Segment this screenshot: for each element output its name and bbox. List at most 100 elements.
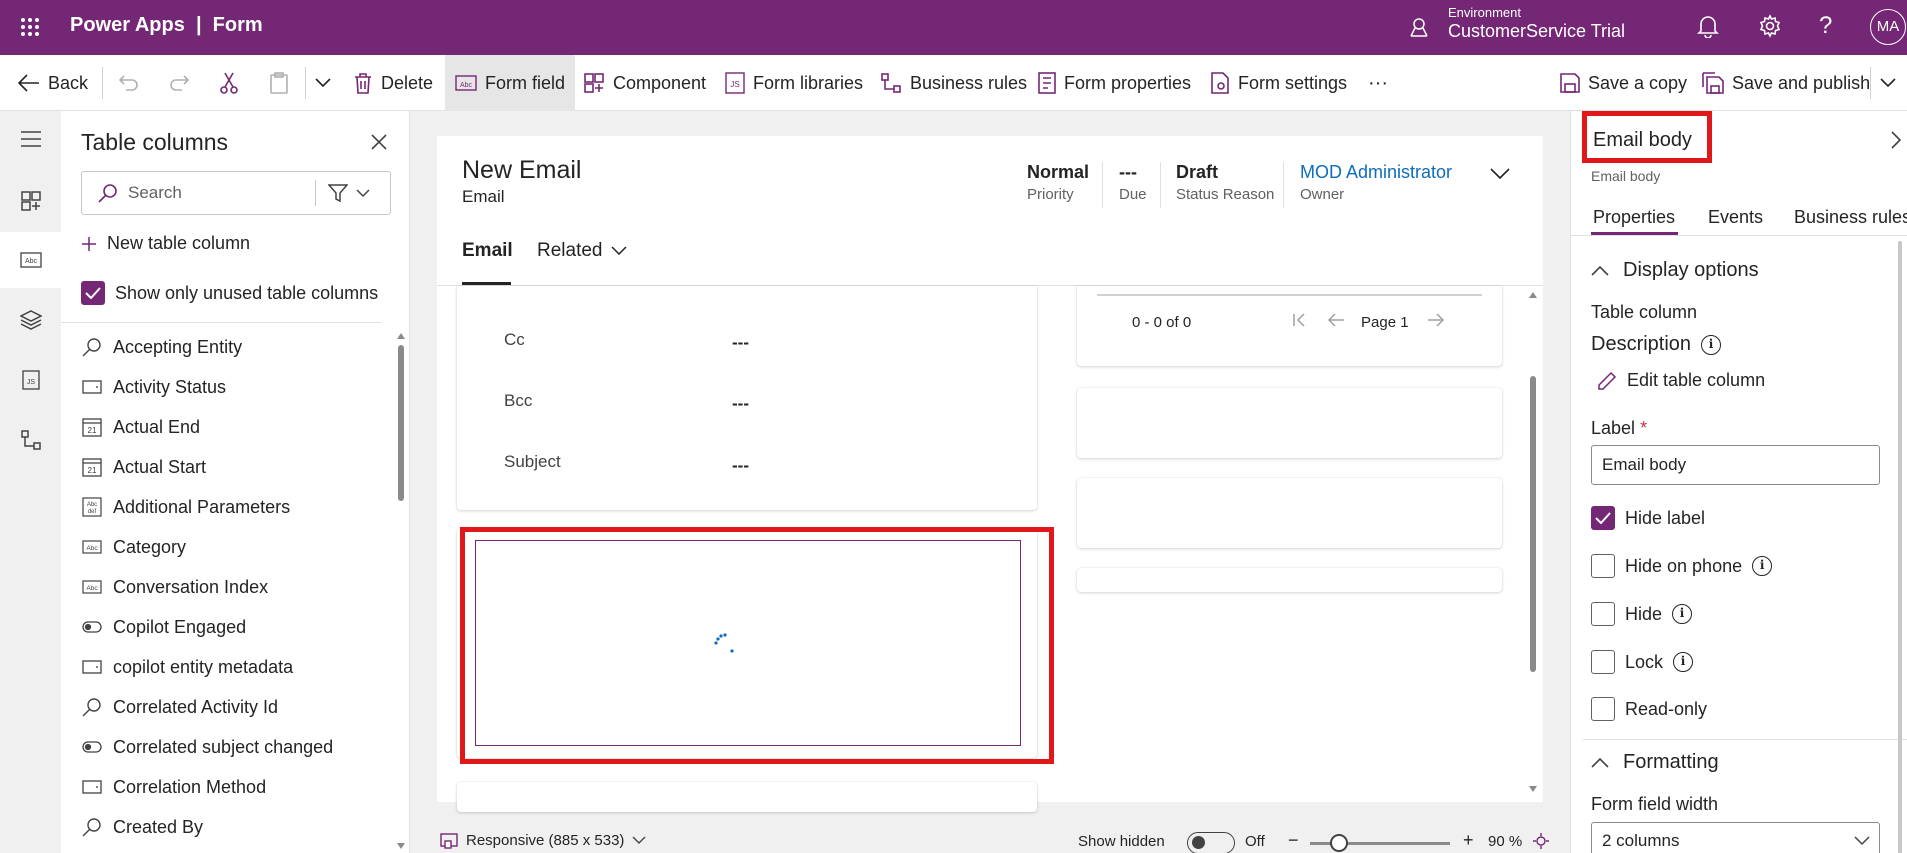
hide-on-phone-checkbox[interactable] [1591,554,1615,578]
settings-gear-icon[interactable] [1758,14,1782,38]
component-button[interactable]: Component [583,55,706,111]
new-table-column-button[interactable]: New table column [81,233,250,254]
responsive-size-picker[interactable]: Responsive (885 x 533) [440,832,646,849]
cut-button[interactable] [218,55,240,111]
tab-events[interactable]: Events [1708,207,1763,228]
save-publish-button[interactable]: Save and publish [1702,55,1870,111]
column-list-item[interactable]: Correlated subject changed [81,727,381,767]
app-launcher-icon[interactable] [20,17,40,37]
column-list-item[interactable]: copilot entity metadata [81,647,381,687]
hamburger-menu-button[interactable] [0,111,61,167]
rail-business-rules[interactable] [0,412,61,468]
read-only-row[interactable]: Read-only [1591,697,1707,721]
fit-to-width-button[interactable] [1532,832,1550,850]
header-field-owner[interactable]: MOD Administrator Owner [1300,162,1452,203]
svg-text:JS: JS [730,80,739,89]
expand-header-button[interactable] [1490,168,1510,180]
form-field-button[interactable]: Abc Form field [445,55,576,111]
tab-properties[interactable]: Properties [1593,207,1675,228]
business-rules-button[interactable]: Business rules [880,55,1027,111]
info-icon[interactable]: i [1701,334,1722,355]
back-button[interactable]: Back [18,55,88,111]
column-list-item[interactable]: Abc Category [81,527,381,567]
user-avatar[interactable]: MA [1870,9,1906,45]
right-section-card [1077,568,1502,592]
filter-button[interactable] [328,183,370,203]
lock-checkbox[interactable] [1591,650,1615,674]
show-unused-checkbox-row[interactable]: Show only unused table columns [81,281,378,305]
zoom-slider-thumb[interactable] [1330,834,1348,852]
rail-tree-view[interactable] [0,292,61,348]
next-page-button[interactable] [1427,312,1445,328]
display-options-header[interactable]: Display options [1591,259,1759,282]
close-panel-button[interactable] [370,133,388,151]
help-icon[interactable]: ? [1819,12,1832,40]
field-value-subject[interactable]: --- [732,456,749,476]
properties-scrollbar[interactable] [1898,241,1902,853]
form-settings-button[interactable]: Form settings [1210,55,1347,111]
form-properties-button[interactable]: Form properties [1038,55,1191,111]
hide-row[interactable]: Hide i [1591,602,1693,626]
show-unused-checkbox[interactable] [81,281,105,305]
field-value-bcc[interactable]: --- [732,394,749,414]
info-icon[interactable]: i [1672,604,1693,624]
form-libraries-button[interactable]: JS Form libraries [725,55,863,111]
column-list-item[interactable]: Created By [81,807,381,847]
info-icon[interactable]: i [1673,652,1694,672]
column-list-item[interactable]: 21 Actual End [81,407,381,447]
canvas-scrollbar[interactable] [1527,288,1539,796]
rail-components[interactable] [0,173,61,229]
delete-button[interactable]: Delete [353,55,433,111]
more-actions-chevron[interactable] [315,55,331,111]
hide-on-phone-row[interactable]: Hide on phone i [1591,554,1773,578]
hide-label-row[interactable]: Hide label [1591,506,1705,530]
prev-page-button[interactable] [1327,312,1345,328]
zoom-out-button[interactable]: − [1288,830,1299,851]
lock-row[interactable]: Lock i [1591,650,1694,674]
form-field-width-select[interactable]: 2 columns [1591,822,1880,853]
save-copy-button[interactable]: Save a copy [1560,55,1687,111]
formatting-header[interactable]: Formatting [1591,751,1719,774]
undo-button[interactable] [118,55,140,111]
field-value-cc[interactable]: --- [732,333,749,353]
first-page-button[interactable] [1292,312,1308,328]
header-field-priority[interactable]: Normal Priority [1027,162,1089,203]
column-list-item[interactable]: 21 Actual Start [81,447,381,487]
environment-picker[interactable]: Environment CustomerService Trial [1448,5,1625,42]
show-hidden-toggle[interactable] [1187,832,1235,853]
hide-checkbox[interactable] [1591,602,1615,626]
column-list-item[interactable]: Abc Conversation Index [81,567,381,607]
column-list-item[interactable]: Correlated Activity Id [81,687,381,727]
column-list-scrollbar[interactable] [395,329,407,853]
label-input[interactable]: Email body [1591,445,1880,485]
zoom-slider[interactable] [1310,834,1450,852]
redo-button[interactable] [168,55,190,111]
header-field-due[interactable]: --- Due [1119,162,1147,203]
notifications-icon[interactable] [1697,14,1719,38]
column-list-item[interactable]: Abc def Additional Parameters [81,487,381,527]
save-options-chevron[interactable] [1880,55,1896,111]
svg-text:Abc: Abc [87,502,97,508]
tab-email[interactable]: Email [462,240,513,262]
hide-label-checkbox[interactable] [1591,506,1615,530]
zoom-in-button[interactable]: + [1463,830,1474,851]
column-list-item[interactable]: Correlation Method [81,767,381,807]
owner-link[interactable]: MOD Administrator [1300,162,1452,183]
read-only-checkbox[interactable] [1591,697,1615,721]
zoom-level: 90 % [1488,833,1523,850]
paste-button[interactable] [268,55,290,111]
column-list-item[interactable]: Copilot Engaged [81,607,381,647]
tab-business-rules[interactable]: Business rules [1794,207,1907,228]
rail-table-columns[interactable]: Abc [0,232,61,288]
search-input[interactable] [128,180,318,206]
column-list-item[interactable]: Activity Status [81,367,381,407]
column-list-item[interactable]: Accepting Entity [81,327,381,367]
more-commands-button[interactable]: ··· [1368,55,1388,111]
collapse-panel-button[interactable] [1891,131,1901,149]
info-icon[interactable]: i [1752,556,1773,576]
tab-related[interactable]: Related [537,240,627,262]
header-field-status-reason[interactable]: Draft Status Reason [1176,162,1274,203]
rail-form-libraries[interactable]: JS [0,352,61,408]
edit-table-column-button[interactable]: Edit table column [1597,370,1765,391]
column-list-item-label: Actual End [113,416,201,437]
